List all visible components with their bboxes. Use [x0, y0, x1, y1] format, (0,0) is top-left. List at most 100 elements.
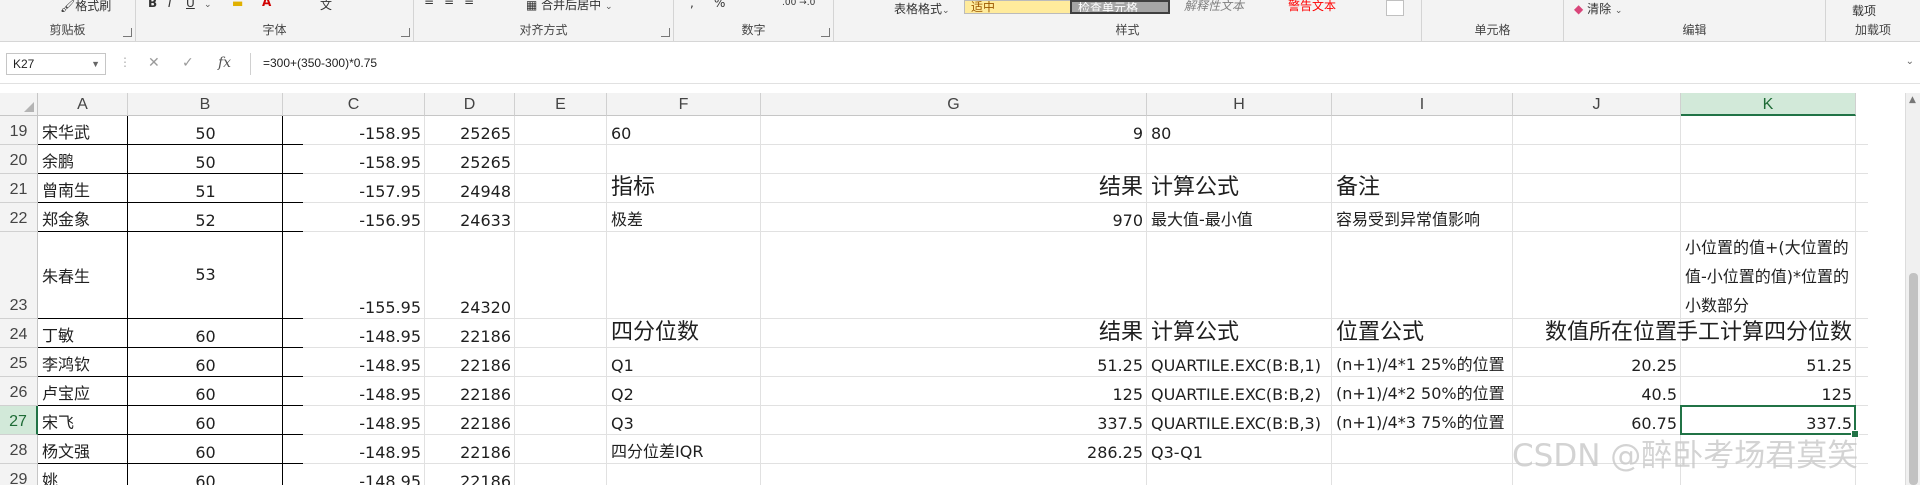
- cell-b23[interactable]: 53: [128, 232, 283, 319]
- border-dropdown-icon[interactable]: ⌄: [204, 0, 212, 10]
- cell-h25[interactable]: QUARTILE.EXC(B:B,1): [1147, 348, 1332, 377]
- font-color-icon[interactable]: A: [262, 0, 271, 9]
- cell-k27[interactable]: 337.5: [1681, 406, 1856, 435]
- cell-a21[interactable]: 曾南生: [38, 174, 128, 203]
- align-right-icon[interactable]: ≡: [464, 0, 474, 8]
- cell-a19[interactable]: 宋华武: [38, 116, 128, 145]
- cell-b20[interactable]: 50: [128, 145, 283, 174]
- style-check-cell[interactable]: 检查单元格: [1070, 0, 1170, 14]
- cell-g27[interactable]: 337.5: [761, 406, 1147, 435]
- column-header-f[interactable]: F: [607, 93, 761, 116]
- cell-g25[interactable]: 51.25: [761, 348, 1147, 377]
- cell-f22[interactable]: 极差: [607, 203, 761, 232]
- vertical-scrollbar[interactable]: ▲: [1905, 93, 1920, 485]
- cell-b25[interactable]: 60: [128, 348, 283, 377]
- comma-style-icon[interactable]: ,: [690, 0, 694, 10]
- cell-c27[interactable]: -148.95: [283, 406, 425, 435]
- font-launcher-icon[interactable]: [401, 28, 410, 37]
- row-header-27[interactable]: 27: [0, 406, 38, 435]
- addins-button[interactable]: 载项: [1852, 2, 1876, 19]
- cell-b19[interactable]: 50: [128, 116, 283, 145]
- align-center-icon[interactable]: ≡: [444, 0, 454, 8]
- row-header-20[interactable]: 20: [0, 145, 38, 174]
- cell-c20[interactable]: -158.95: [283, 145, 425, 174]
- row-header-29[interactable]: 29: [0, 464, 38, 485]
- cell-f28[interactable]: 四分位差IQR: [607, 435, 761, 464]
- cell-h19[interactable]: 80: [1147, 116, 1332, 145]
- cell-c19[interactable]: -158.95: [283, 116, 425, 145]
- cell-f19[interactable]: 60: [607, 116, 761, 145]
- cell-b22[interactable]: 52: [128, 203, 283, 232]
- fill-color-icon[interactable]: ▬: [232, 0, 243, 10]
- cell-i27[interactable]: (n+1)/4*3 75%的位置: [1332, 406, 1513, 435]
- column-header-j[interactable]: J: [1513, 93, 1681, 116]
- cell-b24[interactable]: 60: [128, 319, 283, 348]
- row-header-24[interactable]: 24: [0, 319, 38, 348]
- scroll-up-icon[interactable]: ▲: [1909, 95, 1916, 105]
- cell-i21[interactable]: 备注: [1332, 174, 1513, 203]
- underline-button[interactable]: U: [186, 0, 195, 10]
- cell-b21[interactable]: 51: [128, 174, 283, 203]
- formula-input[interactable]: =300+(350-300)*0.75: [250, 53, 1895, 75]
- column-header-c[interactable]: C: [283, 93, 425, 116]
- cell-d19[interactable]: 25265: [425, 116, 515, 145]
- cell-a28[interactable]: 杨文强: [38, 435, 128, 464]
- style-explanatory[interactable]: 解释性文本: [1178, 0, 1278, 14]
- cell-f24[interactable]: 四分位数: [607, 319, 761, 348]
- cell-a29[interactable]: 姚: [38, 464, 128, 485]
- row-header-23[interactable]: 23: [0, 232, 38, 319]
- cell-k23[interactable]: 小位置的值+(大位置的值-小位置的值)*位置的小数部分: [1681, 232, 1856, 319]
- cell-j24[interactable]: 数值所在位置: [1513, 319, 1681, 348]
- column-header-h[interactable]: H: [1147, 93, 1332, 116]
- cell-h28[interactable]: Q3-Q1: [1147, 435, 1332, 464]
- cell-c21[interactable]: -157.95: [283, 174, 425, 203]
- cell-j27[interactable]: 60.75: [1513, 406, 1681, 435]
- cell-f26[interactable]: Q2: [607, 377, 761, 406]
- styles-more-icon[interactable]: [1386, 0, 1404, 16]
- bold-button[interactable]: B: [148, 0, 157, 10]
- cell-h27[interactable]: QUARTILE.EXC(B:B,3): [1147, 406, 1332, 435]
- cell-i22[interactable]: 容易受到异常值影响: [1332, 203, 1513, 232]
- cell-b29[interactable]: 60: [128, 464, 283, 485]
- cell-k26[interactable]: 125: [1681, 377, 1856, 406]
- cell-c26[interactable]: -148.95: [283, 377, 425, 406]
- cell-b26[interactable]: 60: [128, 377, 283, 406]
- cell-c23[interactable]: -155.95: [283, 232, 425, 319]
- clear-button[interactable]: ◆ 清除 ⌄: [1574, 0, 1622, 17]
- cell-a23[interactable]: 朱春生: [38, 232, 128, 319]
- cell-d26[interactable]: 22186: [425, 377, 515, 406]
- cell-a22[interactable]: 郑金象: [38, 203, 128, 232]
- align-left-icon[interactable]: ≡: [424, 0, 434, 8]
- clipboard-launcher-icon[interactable]: [123, 28, 132, 37]
- column-header-e[interactable]: E: [515, 93, 607, 116]
- cell-h24[interactable]: 计算公式: [1147, 319, 1332, 348]
- cell-g22[interactable]: 970: [761, 203, 1147, 232]
- row-header-28[interactable]: 28: [0, 435, 38, 464]
- cell-i24[interactable]: 位置公式: [1332, 319, 1513, 348]
- decrease-decimal-icon[interactable]: .00 →.0: [782, 0, 815, 8]
- cell-j26[interactable]: 40.5: [1513, 377, 1681, 406]
- cell-h26[interactable]: QUARTILE.EXC(B:B,2): [1147, 377, 1332, 406]
- style-warning[interactable]: 警告文本: [1282, 0, 1382, 14]
- cell-i25[interactable]: (n+1)/4*1 25%的位置: [1332, 348, 1513, 377]
- worksheet-grid[interactable]: A B C D E F G H I J K 19 宋华武 50 -158.95 25265 60 9 80 20 余鹏 5…: [0, 93, 1905, 485]
- column-header-d[interactable]: D: [425, 93, 515, 116]
- column-header-i[interactable]: I: [1332, 93, 1513, 116]
- cell-d21[interactable]: 24948: [425, 174, 515, 203]
- column-header-g[interactable]: G: [761, 93, 1147, 116]
- row-header-22[interactable]: 22: [0, 203, 38, 232]
- formula-bar-expand-icon[interactable]: ⌄: [1906, 56, 1914, 67]
- cell-g28[interactable]: 286.25: [761, 435, 1147, 464]
- cancel-icon[interactable]: ✕: [148, 55, 160, 71]
- table-format-button[interactable]: 表格格式⌄: [894, 0, 950, 17]
- phonetic-icon[interactable]: 文: [320, 0, 332, 13]
- cell-b28[interactable]: 60: [128, 435, 283, 464]
- scrollbar-thumb[interactable]: [1909, 273, 1918, 485]
- cell-g19[interactable]: 9: [761, 116, 1147, 145]
- cell-f25[interactable]: Q1: [607, 348, 761, 377]
- cell-j25[interactable]: 20.25: [1513, 348, 1681, 377]
- format-painter-button[interactable]: 🖌格式刷: [60, 0, 111, 14]
- insert-function-icon[interactable]: fx: [218, 55, 231, 71]
- percent-icon[interactable]: %: [714, 0, 725, 10]
- cell-d28[interactable]: 22186: [425, 435, 515, 464]
